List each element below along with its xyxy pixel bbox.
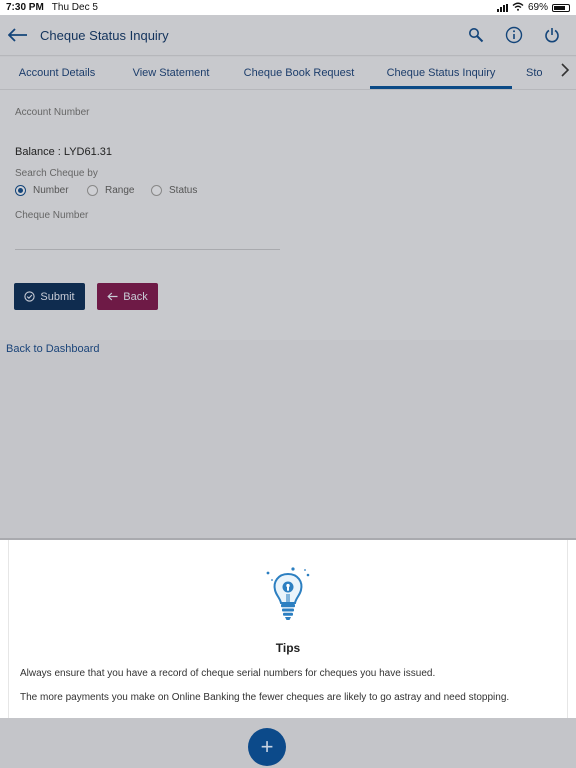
radio-number-label: Number: [33, 185, 69, 196]
tip-item: The more payments you make on Online Ban…: [20, 692, 510, 703]
radio-button-selected[interactable]: [15, 185, 26, 196]
back-label: Back: [123, 290, 148, 303]
back-to-dashboard-link[interactable]: Back to Dashboard: [6, 343, 100, 355]
account-number-label: Account Number: [15, 107, 90, 118]
radio-number[interactable]: Number: [15, 185, 69, 196]
tab-bar: Account Details View Statement Cheque Bo…: [0, 57, 576, 90]
page-title: Cheque Status Inquiry: [40, 27, 169, 43]
app-header: Cheque Status Inquiry: [0, 15, 576, 56]
info-icon[interactable]: [504, 25, 524, 45]
radio-range-label: Range: [105, 185, 135, 196]
radio-button[interactable]: [87, 185, 98, 196]
add-fab-button[interactable]: +: [248, 728, 286, 766]
tab-view-statement[interactable]: View Statement: [124, 57, 218, 89]
cheque-number-input[interactable]: [15, 249, 280, 250]
tab-account-details[interactable]: Account Details: [10, 57, 104, 89]
radio-status-label: Status: [169, 185, 198, 196]
header-actions: [466, 25, 562, 45]
submit-label: Submit: [40, 290, 75, 303]
tab-cheque-book-request[interactable]: Cheque Book Request: [236, 57, 362, 89]
tip-item: Always ensure that you have a record of …: [20, 668, 436, 679]
chevron-right-icon[interactable]: [560, 63, 570, 80]
search-by-label: Search Cheque by: [15, 168, 98, 179]
status-date: Thu Dec 5: [51, 2, 98, 13]
submit-button[interactable]: Submit: [14, 283, 85, 310]
signal-icon: [496, 3, 508, 12]
power-icon[interactable]: [542, 25, 562, 45]
radio-status[interactable]: Status: [151, 185, 197, 196]
radio-button[interactable]: [151, 185, 162, 196]
back-arrow-icon[interactable]: [0, 17, 36, 53]
tab-cheque-status-inquiry[interactable]: Cheque Status Inquiry: [370, 57, 512, 89]
status-indicators: 69%: [496, 2, 570, 14]
battery-icon: [552, 3, 570, 12]
lightbulb-icon: [264, 566, 314, 626]
plus-icon: +: [260, 734, 274, 759]
arrow-left-icon: [107, 292, 118, 301]
status-bar: 7:30 PM Thu Dec 5 69%: [0, 0, 576, 15]
radio-range[interactable]: Range: [87, 185, 134, 196]
cheque-number-label: Cheque Number: [15, 210, 89, 221]
tips-title: Tips: [275, 641, 301, 655]
tab-stop-cheque[interactable]: Sto: [526, 57, 552, 89]
wifi-icon: [512, 2, 524, 14]
tips-panel: Tips Always ensure that you have a recor…: [0, 538, 576, 718]
balance-text: Balance : LYD61.31: [15, 146, 113, 158]
status-time: 7:30 PM: [6, 2, 44, 13]
check-circle-icon: [24, 291, 36, 302]
search-icon[interactable]: [466, 25, 486, 45]
back-button[interactable]: Back: [97, 283, 158, 310]
cheque-status-form: Account Number Balance : LYD61.31 Search…: [0, 90, 576, 340]
battery-percent: 69%: [527, 2, 548, 13]
